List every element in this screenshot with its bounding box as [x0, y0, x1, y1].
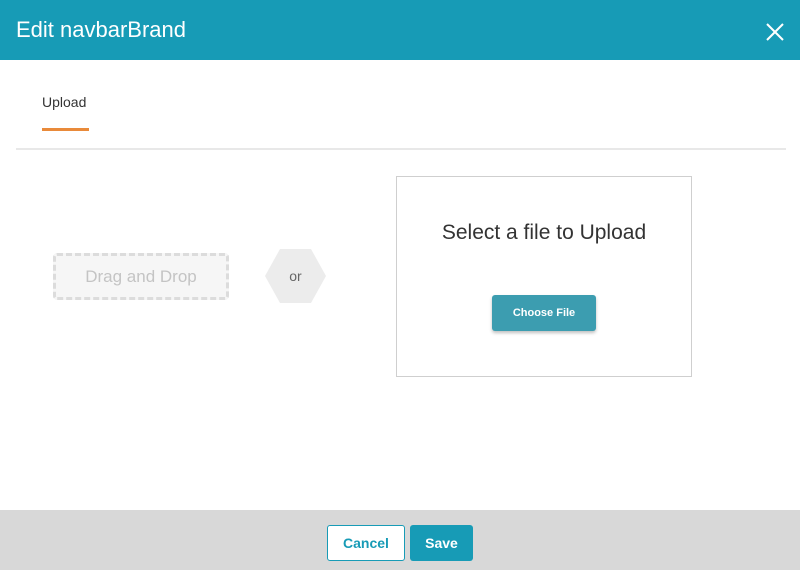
file-select-panel: Select a file to Upload Choose File	[396, 176, 692, 377]
dialog-title: Edit navbarBrand	[16, 17, 186, 42]
tab-upload[interactable]: Upload	[42, 94, 86, 110]
close-icon[interactable]	[762, 19, 788, 45]
cancel-button[interactable]: Cancel	[327, 525, 405, 561]
dialog-footer: Cancel Save	[0, 510, 800, 570]
select-file-title: Select a file to Upload	[441, 221, 647, 244]
active-tab-indicator	[42, 128, 89, 131]
tab-bar: Upload	[16, 60, 786, 150]
dialog-header: Edit navbarBrand	[0, 0, 800, 60]
or-label: or	[289, 268, 302, 284]
drag-and-drop-zone[interactable]: Drag and Drop	[53, 253, 229, 300]
drag-and-drop-label: Drag and Drop	[85, 266, 197, 286]
save-button[interactable]: Save	[410, 525, 473, 561]
tab-divider	[16, 148, 786, 150]
choose-file-button[interactable]: Choose File	[492, 295, 596, 331]
